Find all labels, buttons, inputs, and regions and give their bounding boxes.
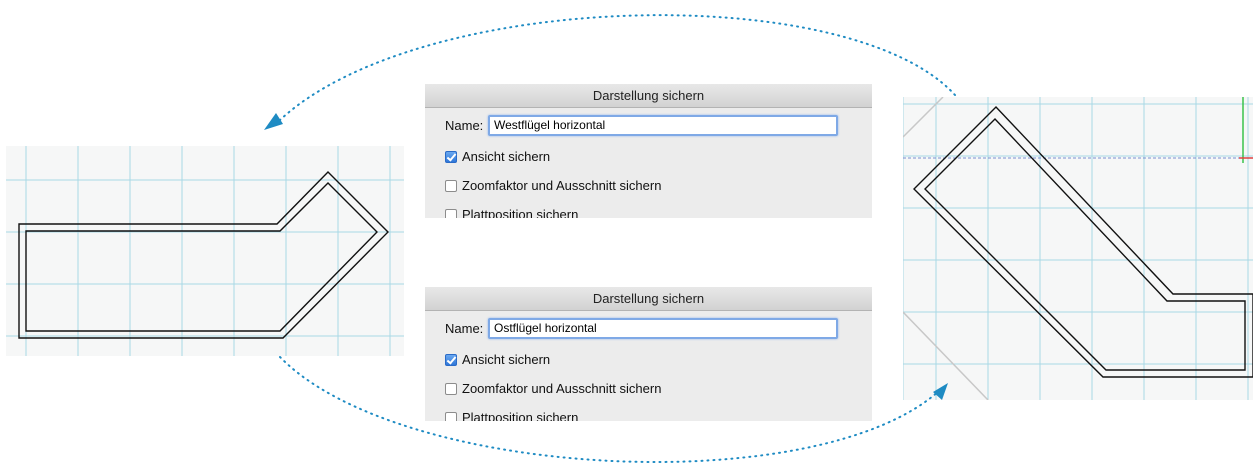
- option-label: Ansicht sichern: [462, 352, 551, 367]
- option-save-zoom[interactable]: Zoomfaktor und Ausschnitt sichern: [445, 374, 872, 403]
- east-wing-drawing: [903, 97, 1253, 400]
- west-wing-drawing: [6, 146, 404, 356]
- name-label: Name:: [445, 320, 484, 336]
- option-save-zoom[interactable]: Zoomfaktor und Ausschnitt sichern: [445, 171, 872, 200]
- name-label: Name:: [445, 117, 484, 133]
- option-label: Plattposition sichern: [462, 207, 579, 218]
- option-label: Ansicht sichern: [462, 149, 551, 164]
- checkbox-save-sheet-position[interactable]: [445, 411, 457, 421]
- name-input[interactable]: Ostflügel horizontal: [488, 317, 838, 339]
- name-input[interactable]: Westflügel horizontal: [488, 114, 838, 136]
- east-wing-inner-wall: [924, 117, 1246, 371]
- dialog-title: Darstellung sichern: [425, 287, 872, 311]
- checkbox-save-sheet-position[interactable]: [445, 208, 457, 218]
- checkbox-save-zoom[interactable]: [445, 382, 457, 395]
- option-save-sheet-position[interactable]: Plattposition sichern: [445, 200, 872, 218]
- save-view-dialog-west: Darstellung sichern Name: Westflügel hor…: [425, 84, 872, 218]
- checkbox-save-view[interactable]: [445, 150, 457, 163]
- west-wing-plan-view: [6, 146, 404, 356]
- checkbox-save-view[interactable]: [445, 353, 457, 366]
- option-label: Plattposition sichern: [462, 410, 579, 421]
- east-wing-plan-view: [903, 97, 1253, 400]
- option-save-sheet-position[interactable]: Plattposition sichern: [445, 403, 872, 421]
- east-wing-outer-wall: [913, 105, 1253, 378]
- option-save-view[interactable]: Ansicht sichern: [445, 345, 872, 374]
- arrow-head-left-icon: [264, 113, 283, 130]
- option-save-view[interactable]: Ansicht sichern: [445, 142, 872, 171]
- save-view-dialog-east: Darstellung sichern Name: Ostflügel hori…: [425, 287, 872, 421]
- west-wing-outer-wall: [18, 171, 389, 339]
- dialog-title: Darstellung sichern: [425, 84, 872, 108]
- west-wing-inner-wall: [25, 182, 378, 332]
- checkbox-save-zoom[interactable]: [445, 179, 457, 192]
- option-label: Zoomfaktor und Ausschnitt sichern: [462, 178, 662, 193]
- option-label: Zoomfaktor und Ausschnitt sichern: [462, 381, 662, 396]
